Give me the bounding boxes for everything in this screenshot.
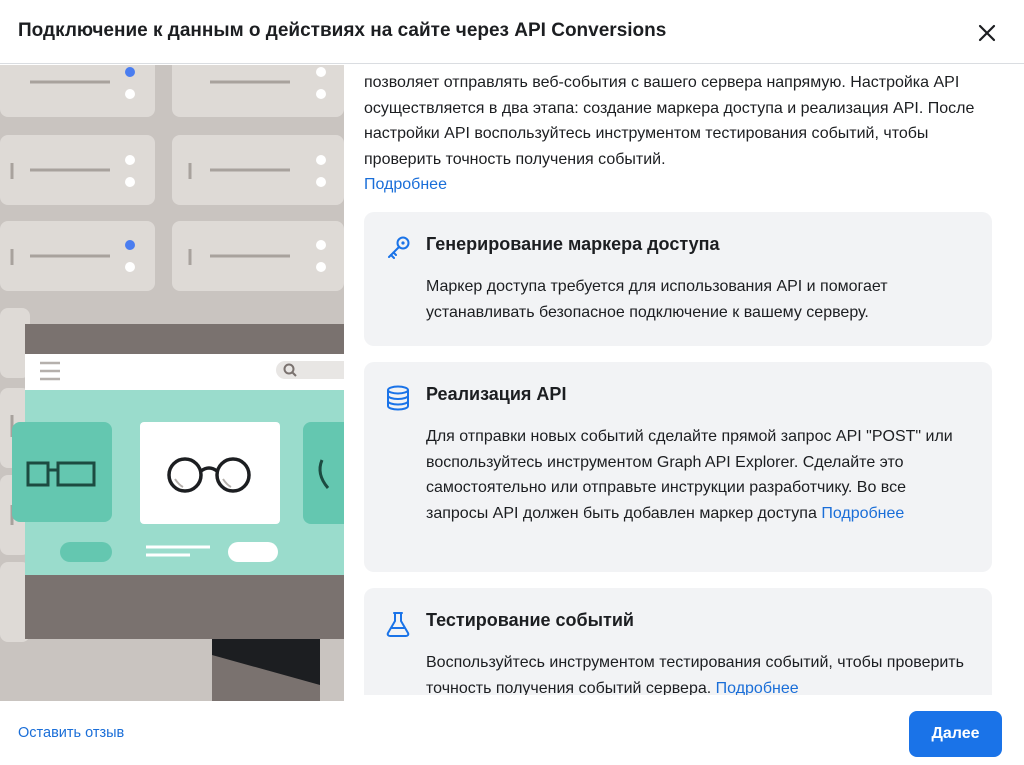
step-card-api-implementation: Реализация API Для отправки новых событи… [364,362,992,572]
dialog-title: Подключение к данным о действиях на сайт… [18,20,667,41]
content-panel[interactable]: позволяет отправлять веб-события с вашег… [344,65,1024,695]
step-title: Тестирование событий [426,610,634,630]
close-button[interactable] [972,18,1002,48]
step-learn-more-link[interactable]: Подробнее [716,680,799,696]
step-card-access-token: Генерирование маркера доступа Маркер дос… [364,212,992,346]
step-description: Воспользуйтесь инструментом тестирования… [426,650,971,695]
intro-text: позволяет отправлять веб-события с вашег… [364,74,975,168]
step-description: Для отправки новых событий сделайте прям… [426,424,971,526]
close-icon [978,24,996,42]
dialog-header: Подключение к данным о действиях на сайт… [0,0,1024,64]
step-learn-more-link[interactable]: Подробнее [821,505,904,522]
step-card-test-events: Тестирование событий Воспользуйтесь инст… [364,588,992,695]
next-button[interactable]: Далее [909,711,1002,757]
intro-paragraph: позволяет отправлять веб-события с вашег… [364,70,1004,198]
dialog-footer: Оставить отзыв Далее [0,701,1024,765]
key-icon [384,234,412,262]
step-title: Реализация API [426,384,567,404]
database-icon [384,384,412,412]
step-description-text: Воспользуйтесь инструментом тестирования… [426,654,964,695]
step-title: Генерирование маркера доступа [426,234,720,254]
flask-icon [384,610,412,638]
intro-learn-more-link[interactable]: Подробнее [364,176,447,193]
step-description: Маркер доступа требуется для использован… [426,278,888,321]
server-illustration [0,65,344,701]
leave-feedback-link[interactable]: Оставить отзыв [18,725,124,741]
